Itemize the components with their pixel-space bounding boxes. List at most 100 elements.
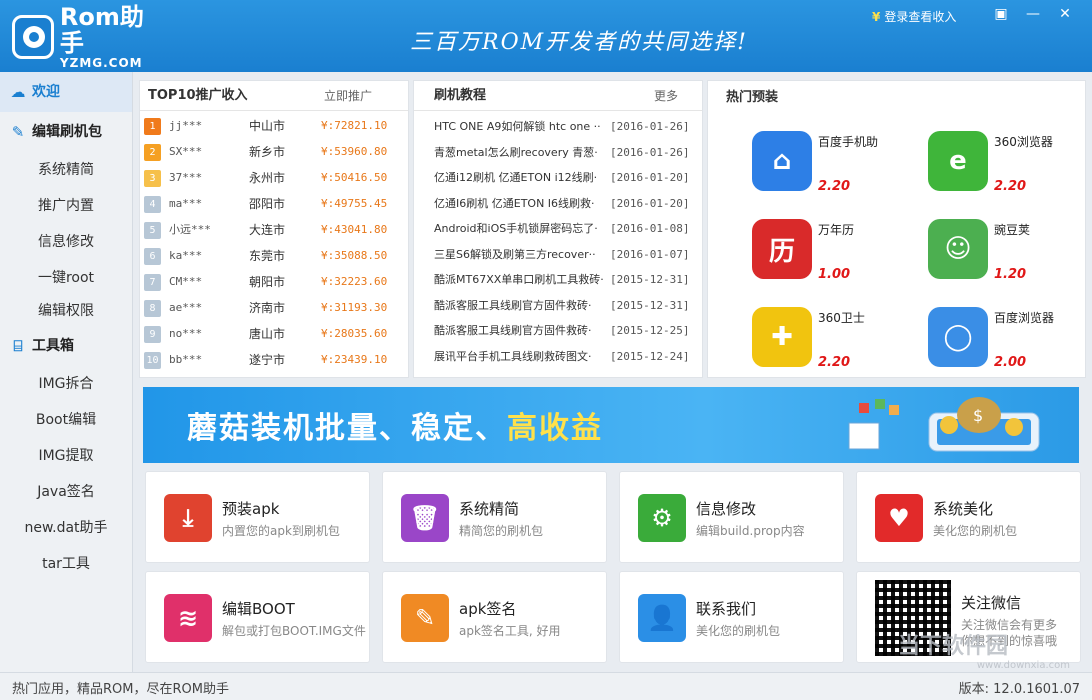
pen-icon: ✎ [11, 123, 25, 141]
rank-city: 济南市 [249, 301, 286, 315]
sidebar-section-tools[interactable]: ⌸ 工具箱 [0, 326, 132, 366]
sidebar-item-img-split[interactable]: IMG拆合 [0, 366, 132, 402]
tutorial-item[interactable]: 酷派客服工具线刷官方固件救砖· [2015-12-31] [414, 293, 702, 319]
tutorial-date: [2016-01-26] [610, 120, 690, 133]
tutorial-item[interactable]: Android和iOS手机锁屏密码忘了· [2016-01-08] [414, 216, 702, 242]
tutorial-title: 三星S6解锁及刷第三方recover·· [434, 247, 596, 261]
rank-badge: 1 [144, 117, 161, 135]
close-icon[interactable]: ✕ [1054, 4, 1076, 24]
calendar-icon: 历 [752, 219, 812, 279]
system-beautify-card[interactable]: ♥ 系统美化 美化您的刷机包 [856, 471, 1081, 563]
rank-badge: 7 [144, 273, 161, 291]
tutorial-item[interactable]: 酷派MT67XX单串口刷机工具救砖· [2015-12-31] [414, 267, 702, 293]
top10-panel: TOP10推广收入 立即推广 1 jj*** 中山市 ¥:72821.10 2 SX***… [139, 80, 409, 378]
cloud-icon: ☁ [10, 83, 26, 101]
tutorial-item[interactable]: 展讯平台手机工具线刷救砖图文· [2015-12-24] [414, 344, 702, 370]
card-desc: 美化您的刷机包 [696, 624, 781, 638]
rank-user: 小远*** [169, 223, 211, 236]
tutorials-more-link[interactable]: 更多 [654, 81, 702, 110]
sidebar-item-promo-builtin[interactable]: 推广内置 [0, 188, 132, 224]
sidebar-item-newdat[interactable]: new.dat助手 [0, 510, 132, 546]
tutorial-date: [2016-01-20] [610, 196, 690, 210]
360-browser-icon: e [928, 131, 988, 191]
tutorial-item[interactable]: 三星S6解锁及刷第三方recover·· [2016-01-07] [414, 242, 702, 268]
app-score: 1.00 [818, 267, 851, 282]
sidebar-item-welcome[interactable]: ☁ 欢迎 [0, 72, 132, 112]
info-edit-card[interactable]: ⚙ 信息修改 编辑build.prop内容 [619, 471, 844, 563]
sidebar-section-edit[interactable]: ✎ 编辑刷机包 [0, 112, 132, 152]
tutorial-title: 酷派客服工具线刷官方固件救砖· [434, 298, 592, 312]
hot-app-item[interactable]: ✚ 360卫士 2.20 [752, 307, 922, 387]
skin-icon[interactable]: ▣ [990, 4, 1012, 24]
preinstall-apk-card[interactable]: ⤓ 预装apk 内置您的apk到刷机包 [145, 471, 370, 563]
rank-badge: 5 [144, 221, 161, 239]
rank-row: 5 小远*** 大连市 ¥:43041.80 [140, 217, 408, 243]
rank-badge: 9 [144, 325, 161, 343]
toolbox-icon: ⌸ [13, 337, 23, 355]
login-link[interactable]: ¥ 登录查看收入 [872, 8, 956, 25]
rank-user: ma*** [169, 197, 203, 210]
rank-badge: 4 [144, 195, 161, 213]
rom-logo-icon [12, 15, 54, 59]
logo-title: Rom助手 [59, 3, 144, 57]
phone-coins-illustration: $ [848, 397, 1040, 452]
sidebar-item-info-edit[interactable]: 信息修改 [0, 224, 132, 260]
tutorial-item[interactable]: HTC ONE A9如何解锁 htc one ·· [2016-01-26] [414, 114, 702, 140]
rank-city: 东莞市 [249, 249, 286, 263]
hot-app-item[interactable]: ⌂ 百度手机助 2.20 [752, 131, 922, 211]
sidebar-item-img-extract[interactable]: IMG提取 [0, 438, 132, 474]
sidebar-item-permissions[interactable]: 编辑权限 [0, 296, 132, 326]
tutorials-panel: 刷机教程 更多 HTC ONE A9如何解锁 htc one ·· [2016-0… [413, 80, 703, 378]
user-icon: 👤 [638, 594, 686, 642]
tutorial-date: [2016-01-26] [610, 145, 690, 159]
app-name: 豌豆荚 [994, 223, 1031, 237]
sidebar-item-java-sign[interactable]: Java签名 [0, 474, 132, 510]
rank-row: 2 SX*** 新乡市 ¥:53960.80 [140, 139, 408, 165]
tutorial-item[interactable]: 酷派客服工具线刷官方固件救砖· [2015-12-25] [414, 318, 702, 344]
edit-boot-card[interactable]: ≋ 编辑BOOT 解包或打包BOOT.IMG文件 [145, 571, 370, 663]
hot-app-item[interactable]: 历万年历 1.00 [752, 219, 922, 299]
promo-banner[interactable]: 蘑菇装机批量、稳定、高收益 $ [143, 387, 1079, 463]
watermark: 当下软件园 www.downxia.com [898, 628, 1078, 678]
contact-us-card[interactable]: 👤 联系我们 美化您的刷机包 [619, 571, 844, 663]
card-title: 系统美化 [933, 500, 994, 518]
hot-app-item[interactable]: ☺ 豌豆荚 1.20 [928, 219, 1092, 299]
tutorial-title: 亿通I6刷机 亿通ETON I6线刷救· [434, 196, 595, 210]
hot-app-item[interactable]: ◯ 百度浏览器 2.00 [928, 307, 1092, 387]
app-score: 2.20 [818, 355, 851, 370]
sidebar-item-system-slim[interactable]: 系统精简 [0, 152, 132, 188]
rank-badge: 8 [144, 299, 161, 317]
status-text: 热门应用，精品ROM，尽在ROM助手 [12, 682, 229, 697]
sidebar-section-label: 编辑刷机包 [32, 124, 102, 140]
system-slim-card[interactable]: 🗑 系统精简 精简您的刷机包 [382, 471, 607, 563]
tutorial-item[interactable]: 亿通i12刷机 亿通ETON i12线刷· [2016-01-20] [414, 165, 702, 191]
top10-title: TOP10推广收入 [148, 88, 248, 103]
sidebar-item-label: 欢迎 [32, 84, 60, 100]
hot-apps-panel: 热门预装 ⌂ 百度手机助 2.20 e 360浏览器 2.20 历万年历 1.00 ☺ 豌豆荚 1.… [707, 80, 1086, 378]
promote-now-link[interactable]: 立即推广 [324, 81, 408, 110]
trash-icon: 🗑 [401, 494, 449, 542]
tutorial-title: 酷派客服工具线刷官方固件救砖· [434, 324, 592, 337]
rank-amount: ¥:32223.60 [321, 275, 388, 288]
card-title: apk签名 [459, 600, 517, 618]
tutorial-title: 亿通i12刷机 亿通ETON i12线刷· [434, 171, 598, 184]
app-score: 2.00 [994, 355, 1027, 370]
rank-amount: ¥:72821.10 [321, 119, 388, 132]
tutorial-date: [2015-12-24] [610, 349, 690, 363]
apk-sign-card[interactable]: ✎ apk签名 apk签名工具, 好用 [382, 571, 607, 663]
sidebar-item-boot-edit[interactable]: Boot编辑 [0, 402, 132, 438]
sidebar-item-tar[interactable]: tar工具 [0, 546, 132, 582]
tutorial-item[interactable]: 青葱metal怎么刷recovery 青葱· [2016-01-26] [414, 140, 702, 166]
tutorial-item[interactable]: 亿通I6刷机 亿通ETON I6线刷救· [2016-01-20] [414, 191, 702, 217]
rank-user: SX*** [169, 145, 203, 158]
app-logo: Rom助手 YZMG.COM [12, 4, 162, 70]
app-name: 360卫士 [818, 311, 865, 325]
sidebar-item-root[interactable]: 一键root [0, 260, 132, 296]
tutorial-title: 展讯平台手机工具线刷救砖图文· [434, 349, 592, 363]
rank-user: ae*** [169, 301, 203, 314]
hot-app-item[interactable]: e 360浏览器 2.20 [928, 131, 1092, 211]
wechat-title: 关注微信 [961, 594, 1022, 612]
app-name: 万年历 [818, 223, 855, 237]
minimize-icon[interactable]: — [1022, 4, 1044, 24]
sidebar-section-label: 工具箱 [32, 338, 74, 354]
